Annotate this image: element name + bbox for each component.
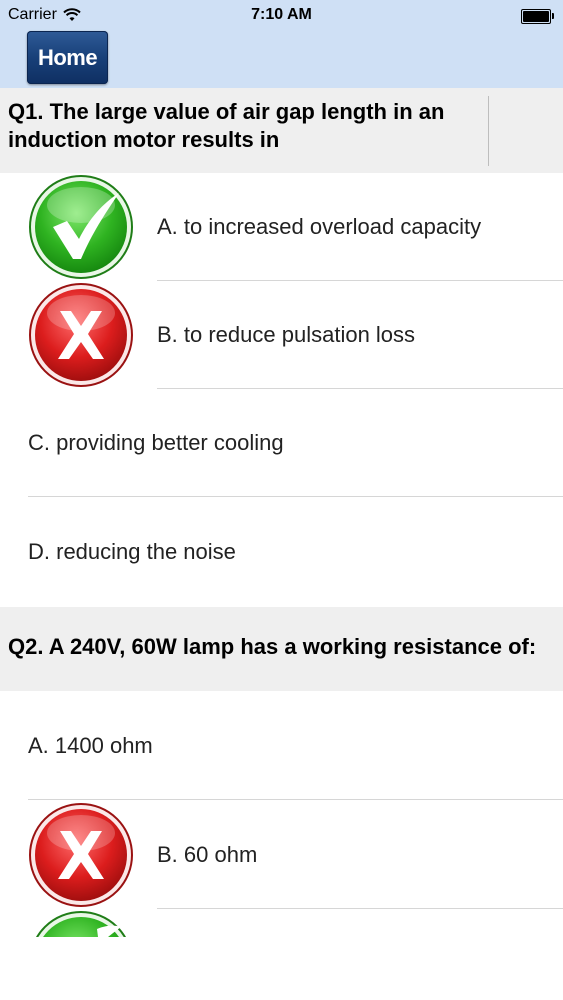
q1-option-c[interactable]: C. providing better cooling [0,389,563,497]
row-divider [28,496,563,497]
check-icon [35,911,127,937]
q1-option-a-label: A. to increased overload capacity [157,214,482,239]
q1-option-b[interactable]: B. to reduce pulsation loss [0,281,563,389]
q1-option-a[interactable]: A. to increased overload capacity [0,173,563,281]
q2-option-b-label: B. 60 ohm [157,842,258,867]
navigation-bar: Carrier 7:10 AM Home [0,0,563,88]
q1-option-d[interactable]: D. reducing the noise [0,498,563,606]
row-divider [28,799,563,800]
question-2-text: Q2. A 240V, 60W lamp has a working resis… [8,634,537,659]
q1-option-b-label: B. to reduce pulsation loss [157,322,416,347]
q1-option-c-label: C. providing better cooling [28,430,284,455]
row-divider [157,908,563,909]
q2-option-b[interactable]: B. 60 ohm [0,801,563,909]
check-icon [29,175,133,279]
q1-option-d-label: D. reducing the noise [28,539,236,564]
question-1-title: Q1. The large value of air gap length in… [0,88,563,173]
q2-option-a[interactable]: A. 1400 ohm [0,692,563,800]
q2-option-c-partial[interactable] [27,909,135,937]
quiz-screen: Carrier 7:10 AM Home Q1. The large value… [0,0,563,1000]
status-bar: Carrier 7:10 AM [0,0,563,30]
header-divider [488,96,489,166]
question-1-text: Q1. The large value of air gap length in… [8,99,445,152]
battery-icon [521,9,554,24]
cross-icon [29,283,133,387]
clock: 7:10 AM [251,6,312,23]
cross-icon [29,803,133,907]
q2-option-a-label: A. 1400 ohm [28,733,153,758]
question-2-title: Q2. A 240V, 60W lamp has a working resis… [0,607,563,691]
home-button[interactable]: Home [27,31,108,84]
